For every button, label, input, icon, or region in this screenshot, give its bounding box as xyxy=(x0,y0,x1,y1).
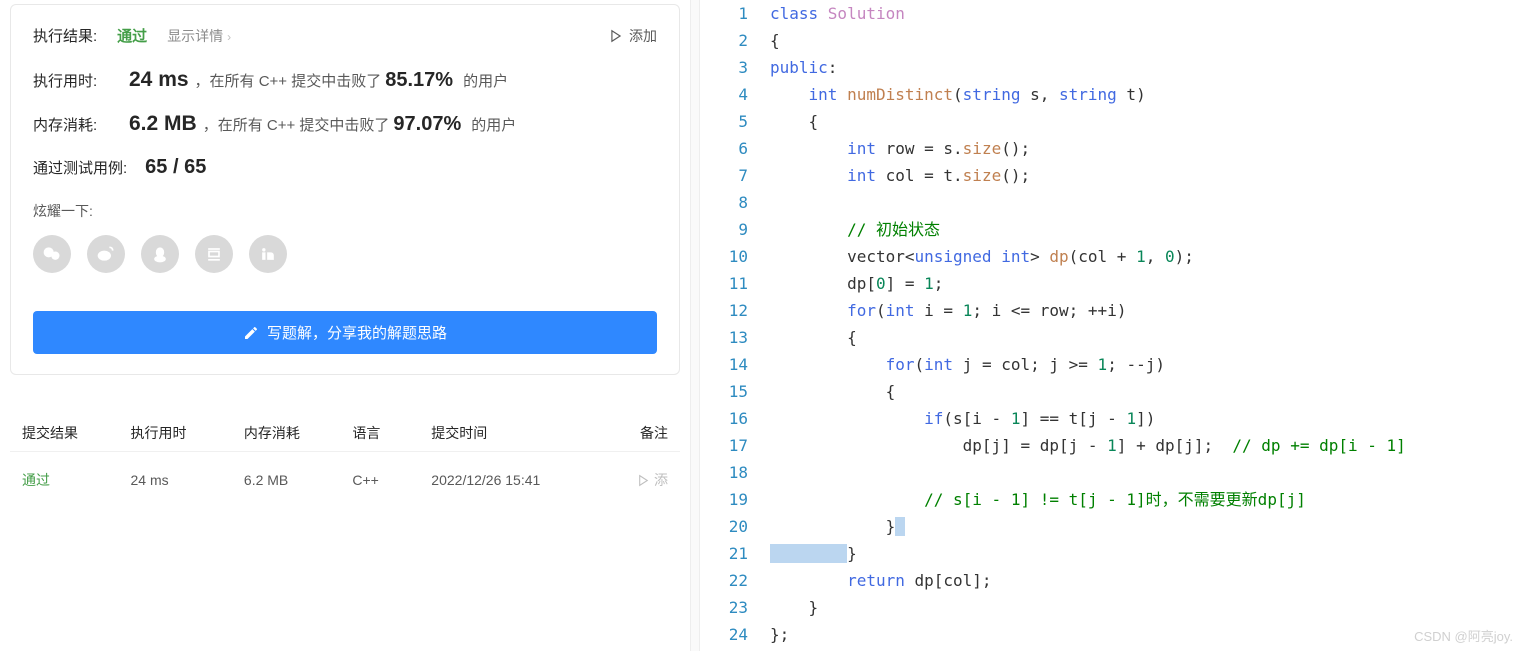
add-note-button[interactable]: 添加 xyxy=(609,26,657,46)
time-stat: 执行用时: 24 ms ，在所有 C++ 提交中击败了 85.17% 的用户 xyxy=(33,68,657,92)
row-time: 24 ms xyxy=(130,472,243,488)
th-memory: 内存消耗 xyxy=(244,423,352,443)
chevron-right-icon: › xyxy=(227,30,231,44)
weibo-icon[interactable] xyxy=(87,235,125,273)
time-value: 24 ms xyxy=(129,68,189,92)
pencil-icon xyxy=(243,325,259,341)
time-label: 执行用时: xyxy=(33,70,129,91)
th-lang: 语言 xyxy=(352,423,431,443)
time-text2: 的用户 xyxy=(463,70,508,91)
play-icon xyxy=(609,29,623,43)
mem-label: 内存消耗: xyxy=(33,114,129,135)
th-note: 备注 xyxy=(609,423,668,443)
tests-value: 65 / 65 xyxy=(145,156,206,179)
result-status: 通过 xyxy=(117,25,147,46)
panel-divider[interactable] xyxy=(690,0,700,651)
mem-text1: ，在所有 C++ 提交中击败了 xyxy=(203,114,390,135)
row-note[interactable]: 添 xyxy=(609,470,668,490)
table-header: 提交结果 执行用时 内存消耗 语言 提交时间 备注 xyxy=(10,415,680,451)
row-result[interactable]: 通过 xyxy=(22,470,130,490)
submission-history: 提交结果 执行用时 内存消耗 语言 提交时间 备注 通过 24 ms 6.2 M… xyxy=(10,415,680,508)
qq-icon[interactable] xyxy=(141,235,179,273)
row-memory: 6.2 MB xyxy=(244,472,352,488)
code-editor[interactable]: 123456789101112131415161718192021222324 … xyxy=(700,0,1523,651)
mem-text2: 的用户 xyxy=(471,114,516,135)
share-label: 炫耀一下: xyxy=(33,201,657,221)
line-gutter: 123456789101112131415161718192021222324 xyxy=(700,0,770,651)
time-text1: ，在所有 C++ 提交中击败了 xyxy=(195,70,382,91)
result-label: 执行结果: xyxy=(33,25,97,46)
linkedin-icon[interactable] xyxy=(249,235,287,273)
play-icon xyxy=(637,474,650,487)
share-icons xyxy=(33,235,657,273)
table-row[interactable]: 通过 24 ms 6.2 MB C++ 2022/12/26 15:41 添 xyxy=(10,451,680,508)
row-date: 2022/12/26 15:41 xyxy=(431,472,609,488)
row-lang: C++ xyxy=(352,472,431,488)
write-solution-button[interactable]: 写题解，分享我的解题思路 xyxy=(33,311,657,354)
th-result: 提交结果 xyxy=(22,423,130,443)
mem-pct: 97.07% xyxy=(393,113,461,136)
wechat-icon[interactable] xyxy=(33,235,71,273)
th-date: 提交时间 xyxy=(431,423,609,443)
code-content[interactable]: class Solution{public: int numDistinct(s… xyxy=(770,0,1523,651)
memory-stat: 内存消耗: 6.2 MB ，在所有 C++ 提交中击败了 97.07% 的用户 xyxy=(33,112,657,136)
th-time: 执行用时 xyxy=(130,423,243,443)
result-status-group: 执行结果: 通过 显示详情 › xyxy=(33,25,231,46)
show-detail-link[interactable]: 显示详情 › xyxy=(167,26,231,46)
result-card: 执行结果: 通过 显示详情 › 添加 执行用时: 24 ms ，在所有 C++ … xyxy=(10,4,680,375)
watermark: CSDN @阿亮joy. xyxy=(1414,626,1513,645)
results-panel: 执行结果: 通过 显示详情 › 添加 执行用时: 24 ms ，在所有 C++ … xyxy=(0,0,690,651)
result-header: 执行结果: 通过 显示详情 › 添加 xyxy=(33,25,657,46)
time-pct: 85.17% xyxy=(385,69,453,92)
douban-icon[interactable] xyxy=(195,235,233,273)
tests-label: 通过测试用例: xyxy=(33,157,127,178)
tests-stat: 通过测试用例: 65 / 65 xyxy=(33,156,657,179)
mem-value: 6.2 MB xyxy=(129,112,197,136)
